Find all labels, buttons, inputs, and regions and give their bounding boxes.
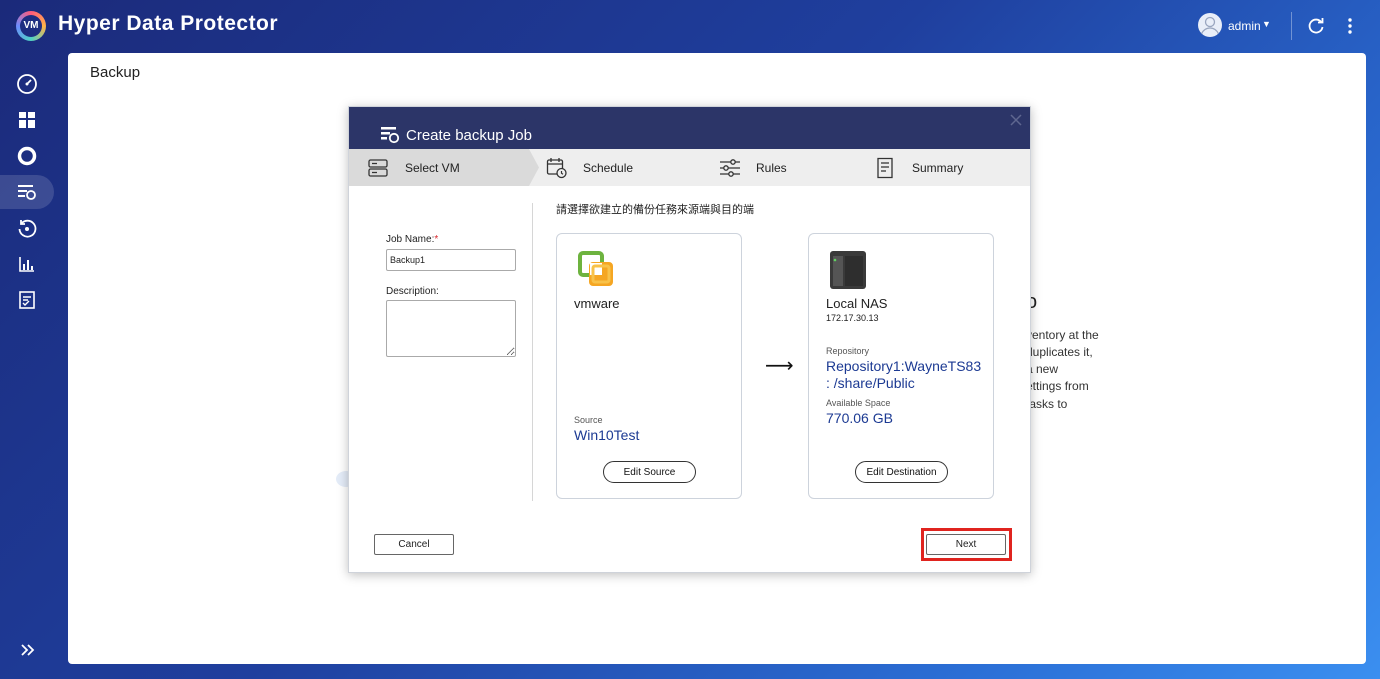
create-backup-job-dialog: Create backup Job Select VM Schedule Rul…: [348, 106, 1031, 573]
background-text-line: tasks to: [1026, 397, 1068, 411]
step-rules[interactable]: Rules: [719, 149, 787, 186]
restore-icon: [18, 219, 37, 238]
edit-source-button[interactable]: Edit Source: [603, 461, 696, 483]
sidebar-item-logs[interactable]: [0, 283, 54, 317]
document-icon: [877, 157, 893, 178]
step-label: Schedule: [583, 160, 634, 175]
divider: [1291, 12, 1292, 40]
double-chevron-right-icon[interactable]: [18, 640, 38, 660]
step-label: Rules: [756, 160, 787, 175]
destination-ip: 172.17.30.13: [826, 313, 879, 323]
background-text-line: duplicates it,: [1026, 345, 1093, 359]
description-label: Description:: [386, 286, 439, 297]
source-vendor: vmware: [574, 296, 620, 311]
sidebar-item-backup[interactable]: [0, 175, 54, 209]
destination-card: Local NAS 172.17.30.13 Repository Reposi…: [808, 233, 994, 499]
step-label: Summary: [912, 160, 964, 175]
log-document-icon: [19, 291, 35, 309]
description-textarea[interactable]: [386, 300, 516, 357]
sidebar: [0, 52, 62, 679]
available-space-label: Available Space: [826, 398, 891, 408]
app-title: Hyper Data Protector: [58, 12, 279, 35]
sidebar-item-inventory[interactable]: [0, 139, 54, 173]
more-vertical-icon[interactable]: [1340, 16, 1360, 36]
repository-label: Repository: [826, 346, 870, 356]
nas-device-icon: [829, 250, 867, 290]
divider: [532, 203, 533, 501]
destination-name: Local NAS: [826, 296, 888, 311]
top-bar: VM Hyper Data Protector admin ▼: [0, 0, 1380, 52]
sidebar-item-overview[interactable]: [0, 103, 54, 137]
source-card: vmware Source Win10Test Edit Source: [556, 233, 742, 499]
refresh-icon[interactable]: [1306, 16, 1326, 36]
cancel-button[interactable]: Cancel: [374, 534, 454, 555]
user-avatar-icon[interactable]: [1198, 13, 1222, 37]
job-name-label: Job Name:*: [386, 234, 439, 245]
job-name-input[interactable]: [386, 249, 516, 271]
arrow-right-icon: ⟶: [765, 355, 794, 377]
instruction-text: 請選擇欲建立的備份任務來源端與目的端: [556, 204, 754, 216]
sidebar-item-restore[interactable]: [0, 211, 54, 245]
user-name[interactable]: admin: [1228, 19, 1261, 33]
dialog-title: Create backup Job: [406, 127, 532, 144]
sidebar-item-report[interactable]: [0, 247, 54, 281]
vmware-logo-icon: [578, 251, 616, 289]
calendar-clock-icon: [546, 157, 567, 178]
sliders-icon: [720, 158, 740, 177]
required-mark: *: [434, 234, 439, 245]
step-select-vm[interactable]: Select VM: [368, 149, 460, 186]
app-logo-icon: VM: [16, 11, 46, 41]
step-schedule[interactable]: Schedule: [546, 149, 633, 186]
sidebar-item-dashboard[interactable]: [0, 67, 54, 101]
available-space-value: 770.06 GB: [826, 410, 893, 426]
page-title: Backup: [90, 64, 141, 81]
edit-destination-button[interactable]: Edit Destination: [855, 461, 948, 483]
server-icon: [368, 158, 388, 177]
close-icon[interactable]: [1009, 113, 1023, 127]
chevron-down-icon[interactable]: ▼: [1262, 19, 1271, 29]
backup-job-icon: [379, 125, 401, 145]
source-value: Win10Test: [574, 427, 640, 443]
background-text-line: ettings from: [1026, 379, 1089, 393]
wizard-steps: Select VM Schedule Rules Summary: [349, 149, 1030, 186]
next-button[interactable]: Next: [926, 534, 1006, 555]
step-label: Select VM: [405, 160, 460, 175]
repository-value-line2: : /share/Public: [826, 375, 915, 391]
dialog-header: Create backup Job: [349, 107, 1030, 149]
bar-chart-icon: [19, 257, 34, 272]
source-label: Source: [574, 415, 603, 425]
gauge-icon: [17, 74, 37, 94]
grid-icon: [19, 112, 35, 128]
step-summary[interactable]: Summary: [876, 149, 963, 186]
donut-icon: [17, 146, 37, 166]
background-text-line: ventory at the: [1026, 328, 1099, 342]
repository-value-line1: Repository1:WayneTS83: [826, 358, 982, 374]
backup-list-icon: [18, 185, 36, 200]
